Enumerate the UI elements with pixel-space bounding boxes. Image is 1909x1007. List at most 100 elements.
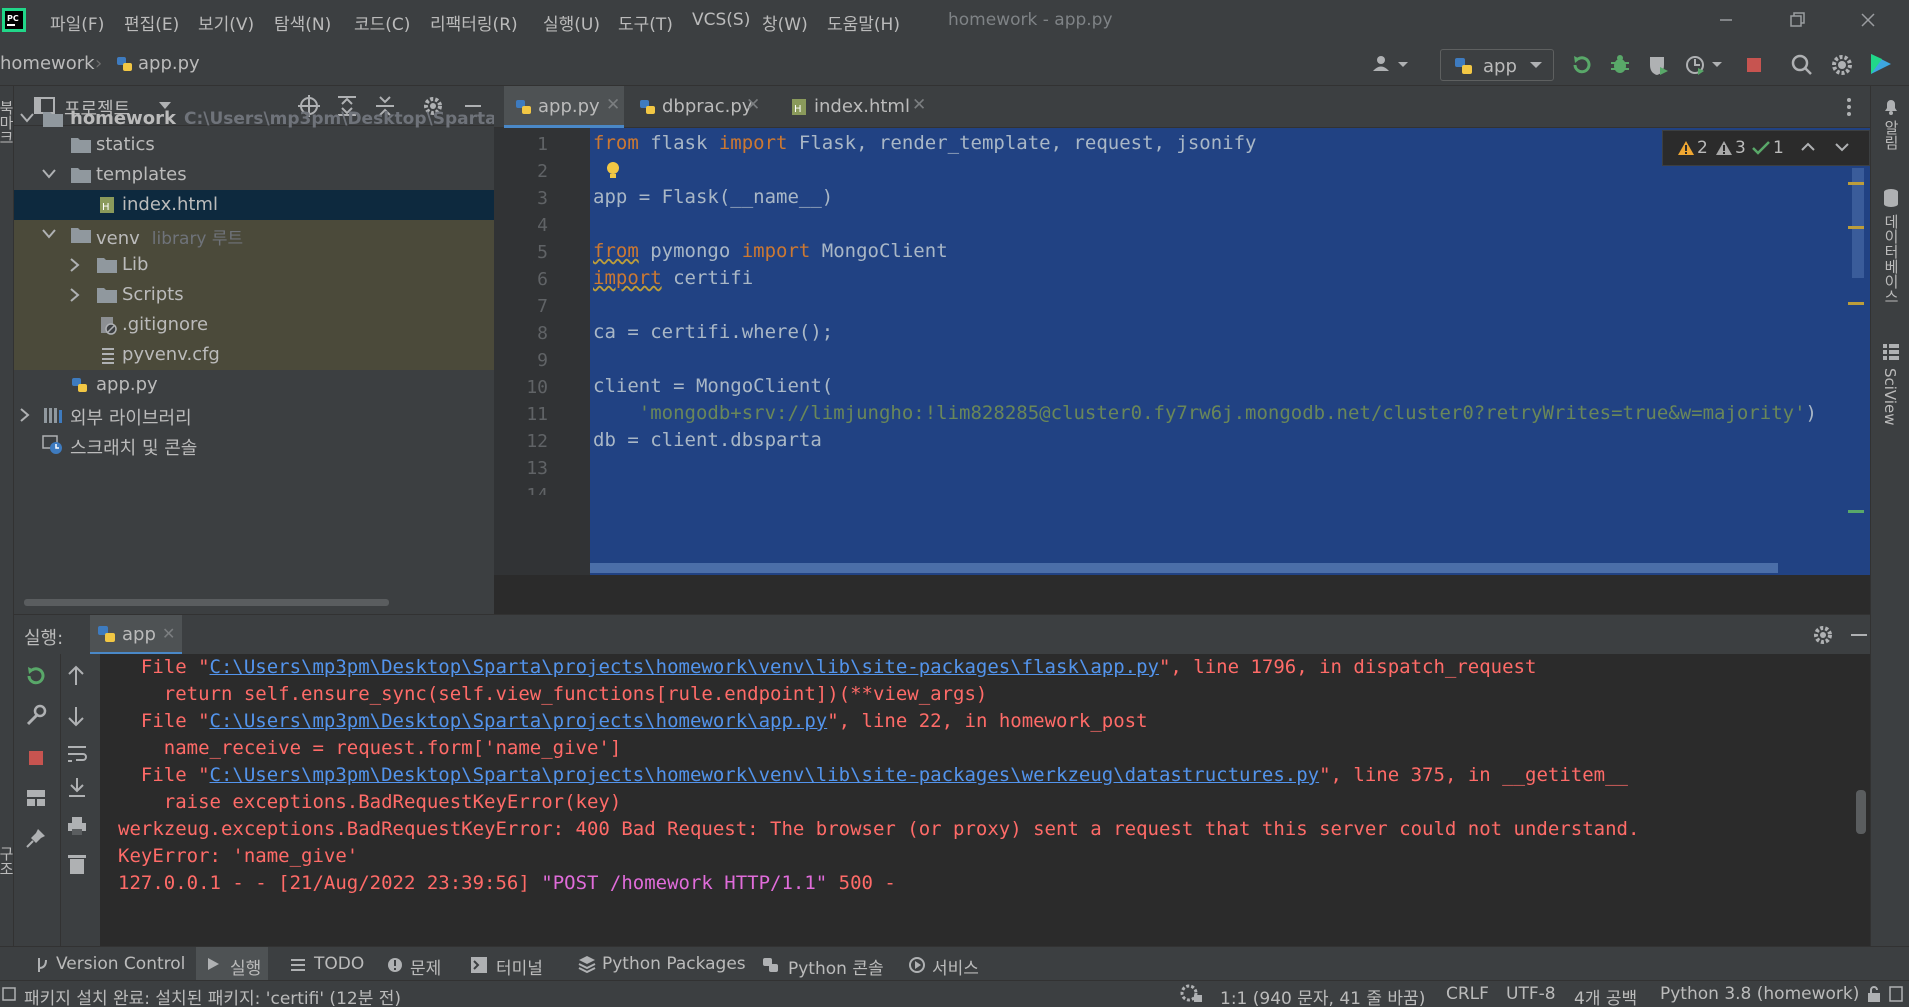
menu-code[interactable]: 코드(C) [354, 10, 410, 35]
file-link[interactable]: C:\Users\mp3pm\Desktop\Sparta\projects\h… [210, 764, 1320, 786]
file-encoding[interactable]: UTF-8 [1506, 984, 1556, 1004]
coverage-icon[interactable] [1646, 53, 1670, 77]
tab-services[interactable]: 서비스 [932, 954, 979, 979]
console-vertical-scrollbar[interactable] [1856, 790, 1866, 834]
trash-icon[interactable] [66, 852, 88, 876]
profile-icon[interactable] [1684, 53, 1724, 77]
warning-stripe-marker[interactable] [1848, 226, 1864, 229]
python-interpreter[interactable]: Python 3.8 (homework) [1660, 984, 1859, 1004]
stop-icon[interactable] [1742, 53, 1766, 77]
menu-window[interactable]: 창(W) [762, 10, 808, 35]
chevron-right-icon[interactable] [20, 408, 30, 422]
chevron-right-icon[interactable] [70, 288, 80, 302]
menu-view[interactable]: 보기(V) [198, 10, 254, 35]
breadcrumb-project[interactable]: homework [0, 53, 95, 74]
menu-navigate[interactable]: 탐색(N) [274, 10, 331, 35]
rerun-icon[interactable] [1570, 53, 1594, 77]
intention-bulb-icon[interactable] [604, 160, 622, 182]
menu-refactor[interactable]: 리팩터링(R) [430, 10, 518, 35]
breadcrumb-file[interactable]: app.py [138, 53, 200, 74]
sciview-icon[interactable] [1881, 342, 1901, 362]
chevron-right-icon[interactable] [70, 258, 80, 272]
tree-item-statics[interactable]: statics [14, 130, 494, 160]
file-link[interactable]: C:\Users\mp3pm\Desktop\Sparta\projects\h… [210, 710, 828, 732]
tree-item-scratches[interactable]: 스크래치 및 콘솔 [14, 430, 494, 460]
tab-run[interactable]: 실행 [196, 947, 268, 980]
rerun-icon[interactable] [24, 664, 48, 688]
chevron-down-icon[interactable] [20, 113, 34, 123]
tree-item-scripts[interactable]: Scripts [14, 280, 494, 310]
status-message[interactable]: 패키지 설치 완료: 설치된 패키지: 'certifi' (12분 전) [24, 984, 401, 1007]
memory-indicator-icon[interactable] [1888, 985, 1904, 1003]
tab-dbprac-py[interactable]: dbprac.py ✕ [628, 86, 764, 128]
tree-item-gitignore[interactable]: .gitignore [14, 310, 494, 340]
file-link[interactable]: C:\Users\mp3pm\Desktop\Sparta\projects\h… [210, 656, 1159, 678]
tree-item-lib[interactable]: Lib [14, 250, 494, 280]
editor-horizontal-scrollbar[interactable] [590, 563, 1778, 573]
tab-problems[interactable]: 문제 [410, 954, 441, 979]
wrench-icon[interactable] [24, 704, 48, 728]
settings-gear-icon[interactable] [1830, 53, 1854, 77]
menu-vcs[interactable]: VCS(S) [692, 10, 750, 30]
tab-version-control[interactable]: Version Control [56, 954, 185, 974]
close-tab-icon[interactable]: ✕ [912, 95, 926, 115]
print-icon[interactable] [66, 814, 88, 838]
menu-run[interactable]: 실행(U) [543, 10, 600, 35]
tree-item-app-py[interactable]: app.py [14, 370, 494, 400]
notifications-tool-label[interactable]: 알림 [1881, 120, 1902, 150]
status-toggle-icon[interactable] [2, 986, 16, 1002]
code-editor[interactable]: from flask import Flask, render_template… [590, 128, 1870, 575]
caret-position[interactable]: 1:1 (940 문자, 41 줄 바꿈) [1220, 984, 1425, 1007]
chevron-up-icon[interactable] [1801, 142, 1815, 152]
menu-edit[interactable]: 편집(E) [124, 10, 179, 35]
more-options-icon[interactable] [1844, 96, 1854, 118]
menu-help[interactable]: 도움말(H) [827, 10, 900, 35]
background-tasks-icon[interactable] [1180, 984, 1204, 1004]
chevron-down-icon[interactable] [1835, 142, 1849, 152]
run-configuration-selector[interactable]: app [1440, 49, 1554, 81]
database-icon[interactable] [1881, 188, 1901, 208]
tab-app-py[interactable]: app.py ✕ [504, 86, 624, 128]
change-marker[interactable] [1848, 510, 1864, 513]
arrow-up-icon[interactable] [66, 664, 86, 688]
soft-wrap-icon[interactable] [66, 742, 88, 766]
pin-icon[interactable] [24, 826, 48, 850]
inspection-widget[interactable]: 2 3 1 [1662, 130, 1870, 166]
indent-setting[interactable]: 4개 공백 [1574, 984, 1637, 1007]
layout-icon[interactable] [24, 786, 48, 810]
restore-icon[interactable] [1787, 10, 1807, 30]
database-tool-label[interactable]: 데이터베이스 [1881, 214, 1902, 304]
hide-panel-icon[interactable] [1848, 624, 1870, 646]
debug-icon[interactable] [1608, 53, 1632, 77]
close-tab-icon[interactable]: ✕ [162, 624, 175, 643]
horizontal-scrollbar[interactable] [24, 599, 389, 606]
account-icon[interactable] [1372, 54, 1412, 74]
warning-stripe-marker[interactable] [1848, 302, 1864, 305]
scroll-to-end-icon[interactable] [66, 776, 88, 800]
close-window-icon[interactable] [1858, 10, 1878, 30]
run-console-output[interactable]: File "C:\Users\mp3pm\Desktop\Sparta\proj… [100, 654, 1870, 946]
tree-item-templates[interactable]: templates [14, 160, 494, 190]
close-tab-icon[interactable]: ✕ [746, 95, 760, 115]
jetbrains-toolbox-icon[interactable] [1868, 51, 1894, 77]
tree-item-index-html[interactable]: H index.html [14, 190, 494, 220]
chevron-down-icon[interactable] [42, 169, 56, 179]
lock-icon[interactable] [1866, 985, 1882, 1003]
menu-tools[interactable]: 도구(T) [618, 10, 673, 35]
tab-index-html[interactable]: H index.html ✕ [784, 86, 934, 128]
tree-item-external-libraries[interactable]: 외부 라이브러리 [14, 400, 494, 430]
stop-icon[interactable] [24, 746, 48, 770]
search-icon[interactable] [1790, 53, 1814, 77]
tab-python-console[interactable]: Python 콘솔 [788, 954, 884, 979]
tab-python-packages[interactable]: Python Packages [602, 954, 746, 974]
warning-stripe-marker[interactable] [1848, 182, 1864, 185]
tab-todo[interactable]: TODO [314, 954, 364, 974]
run-tab-app[interactable]: app ✕ [90, 615, 182, 655]
tree-item-pyvenv-cfg[interactable]: pyvenv.cfg [14, 340, 494, 370]
close-tab-icon[interactable]: ✕ [606, 95, 620, 115]
notifications-bell-icon[interactable] [1881, 96, 1901, 116]
menu-file[interactable]: 파일(F) [50, 10, 104, 35]
arrow-down-icon[interactable] [66, 704, 86, 728]
chevron-down-icon[interactable] [42, 229, 56, 239]
line-separator[interactable]: CRLF [1446, 984, 1489, 1004]
